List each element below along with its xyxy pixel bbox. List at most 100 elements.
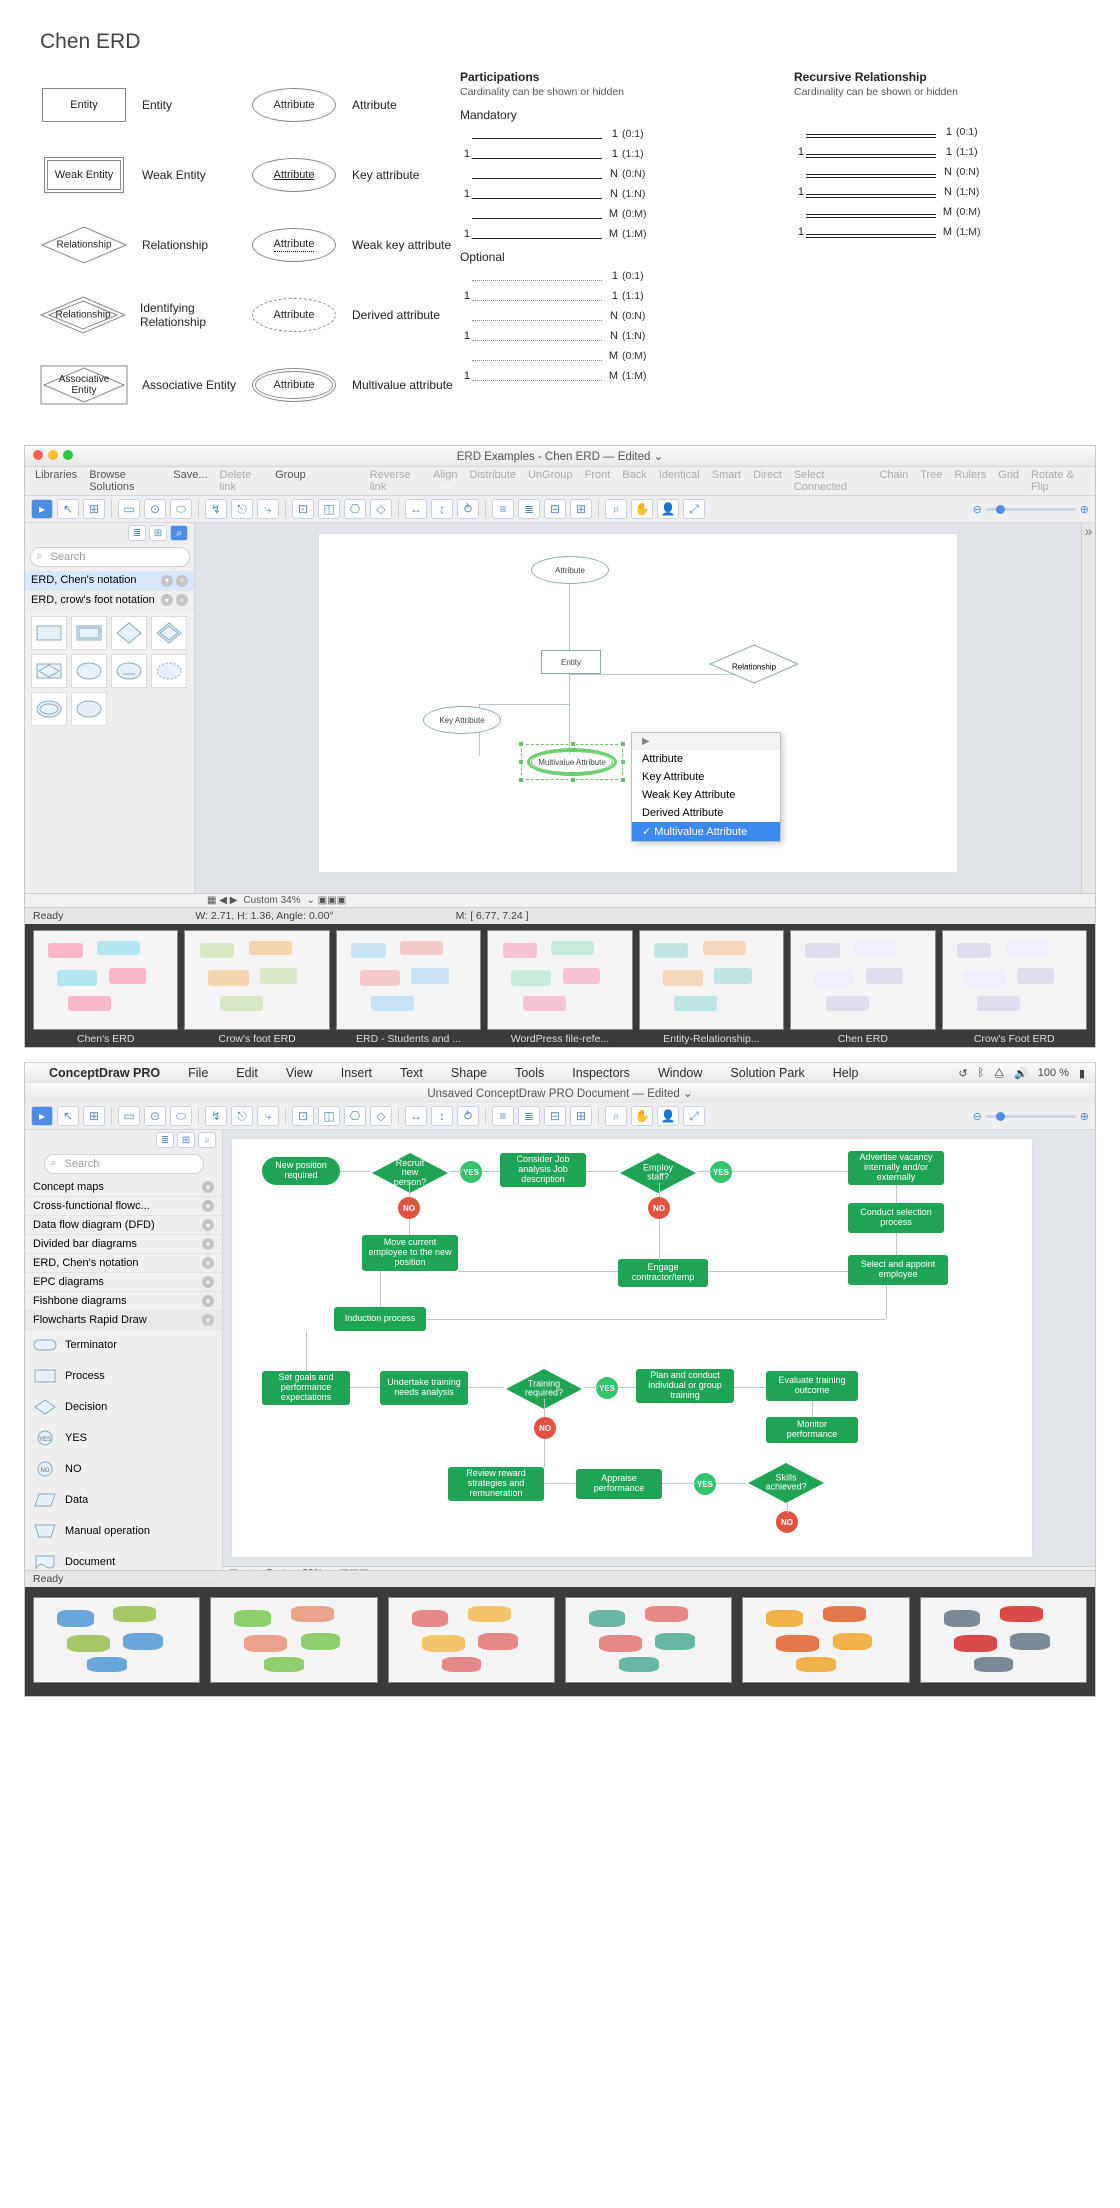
flow-node[interactable]: Engage contractor/temp bbox=[618, 1259, 708, 1287]
shape-list-item[interactable]: Process bbox=[25, 1361, 222, 1392]
toolbar-button[interactable]: ⊞ bbox=[83, 499, 105, 519]
toolbar-button[interactable]: ◇ bbox=[370, 499, 392, 519]
flow-yes-icon[interactable]: YES bbox=[694, 1473, 716, 1495]
gallery-item[interactable] bbox=[210, 1597, 377, 1686]
toolbar-button[interactable]: ⎔ bbox=[344, 499, 366, 519]
toolbar-button[interactable]: ⎔ bbox=[344, 1106, 366, 1126]
palette-shape[interactable] bbox=[151, 616, 187, 650]
gallery-item[interactable] bbox=[388, 1597, 555, 1686]
toolbar-button[interactable]: ▭ bbox=[118, 1106, 140, 1126]
flow-node[interactable]: Monitor performance bbox=[766, 1417, 858, 1443]
template-gallery[interactable]: Chen's ERD Crow's foot ERD ERD - Student… bbox=[25, 924, 1095, 1047]
menu-item[interactable]: Reverse link bbox=[370, 469, 421, 493]
menu-item[interactable]: Libraries bbox=[35, 469, 77, 493]
toolbar-button[interactable]: ⤢ bbox=[683, 499, 705, 519]
node-key-attribute[interactable]: Key Attribute bbox=[423, 706, 501, 734]
toolbar-button[interactable]: ▸ bbox=[31, 499, 53, 519]
template-gallery[interactable] bbox=[25, 1587, 1095, 1696]
flow-node[interactable]: Appraise performance bbox=[576, 1469, 662, 1499]
palette-shape[interactable] bbox=[71, 616, 107, 650]
flow-node[interactable]: Conduct selection process bbox=[848, 1203, 944, 1233]
palette-shape[interactable] bbox=[151, 654, 187, 688]
bluetooth-icon[interactable]: ᛒ bbox=[978, 1067, 985, 1079]
menu-item[interactable]: Align bbox=[433, 469, 457, 493]
toolbar-button[interactable]: ⤷ bbox=[257, 499, 279, 519]
library-item[interactable]: EPC diagrams▾ bbox=[25, 1273, 222, 1292]
ctx-item[interactable]: Weak Key Attribute bbox=[632, 786, 780, 804]
search-mode-icon[interactable]: ⌕ bbox=[198, 1132, 216, 1148]
gallery-item[interactable]: Entity-Relationship... bbox=[639, 930, 784, 1045]
grid-view-icon[interactable]: ⊞ bbox=[149, 525, 167, 541]
toolbar[interactable]: ▸↖⊞▭⊙⬭↯⎋⤷⊡◫⎔◇↔↕⥁≡≣⊟⊞⌕✋👤⤢⊖⊕ bbox=[25, 1103, 1095, 1130]
toolbar-button[interactable]: ↯ bbox=[205, 1106, 227, 1126]
gallery-thumb[interactable] bbox=[184, 930, 329, 1030]
window-titlebar[interactable]: Unsaved ConceptDraw PRO Document — Edite… bbox=[25, 1083, 1095, 1103]
toolbar-button[interactable]: ◫ bbox=[318, 499, 340, 519]
zoom-slider[interactable] bbox=[986, 1115, 1076, 1118]
library-item[interactable]: Concept maps▾ bbox=[25, 1178, 222, 1197]
list-view-icon[interactable]: ≣ bbox=[156, 1132, 174, 1148]
flow-decision[interactable]: Recruit new person? bbox=[370, 1151, 450, 1195]
gallery-item[interactable] bbox=[33, 1597, 200, 1686]
toolbar-button[interactable]: ⊙ bbox=[144, 499, 166, 519]
toolbar-button[interactable]: ⊡ bbox=[292, 1106, 314, 1126]
wifi-icon[interactable]: ⧋ bbox=[994, 1067, 1004, 1080]
toolbar-button[interactable]: ↖ bbox=[57, 1106, 79, 1126]
window-titlebar[interactable]: ERD Examples - Chen ERD — Edited ⌄ bbox=[25, 446, 1095, 466]
volume-icon[interactable]: 🔊 bbox=[1014, 1067, 1028, 1080]
node-entity[interactable]: Entity bbox=[541, 650, 601, 674]
mac-menu-item[interactable]: Insert bbox=[341, 1066, 372, 1080]
mac-menu-item[interactable]: Tools bbox=[515, 1066, 544, 1080]
menu-item[interactable]: Smart bbox=[712, 469, 741, 493]
ctx-item[interactable]: Derived Attribute bbox=[632, 804, 780, 822]
mac-menu-item[interactable]: Edit bbox=[236, 1066, 258, 1080]
flow-decision[interactable]: Employ staff? bbox=[618, 1151, 698, 1195]
menu-item[interactable]: Direct bbox=[753, 469, 782, 493]
zoom-level[interactable]: Custom 34% bbox=[243, 895, 300, 906]
library-item[interactable]: Cross-functional flowc...▾ bbox=[25, 1197, 222, 1216]
toolbar-button[interactable]: ⎋ bbox=[231, 1106, 253, 1126]
gallery-item[interactable]: Chen's ERD bbox=[33, 930, 178, 1045]
toolbar-button[interactable]: ⊞ bbox=[570, 499, 592, 519]
canvas-area[interactable]: Attribute Entity Key Attribute Relations… bbox=[195, 523, 1081, 893]
mac-menu-item[interactable]: Solution Park bbox=[730, 1066, 804, 1080]
flow-node[interactable]: Plan and conduct individual or group tra… bbox=[636, 1369, 734, 1403]
toolbar-button[interactable]: 👤 bbox=[657, 1106, 679, 1126]
drawing-canvas[interactable]: New position required Recruit new person?… bbox=[231, 1138, 1033, 1558]
mac-menu-item[interactable]: View bbox=[286, 1066, 313, 1080]
toolbar-button[interactable]: ≡ bbox=[492, 1106, 514, 1126]
shape-list[interactable]: TerminatorProcessDecisionYESYESNONODataM… bbox=[25, 1330, 222, 1578]
gallery-thumb[interactable] bbox=[920, 1597, 1087, 1683]
search-input[interactable]: Search bbox=[44, 1154, 204, 1174]
mac-menu-item[interactable]: File bbox=[188, 1066, 208, 1080]
list-view-icon[interactable]: ≣ bbox=[128, 525, 146, 541]
library-item[interactable]: ERD, Chen's notation▾ bbox=[25, 1254, 222, 1273]
ctx-item[interactable]: Attribute bbox=[632, 750, 780, 768]
library-item[interactable]: Data flow diagram (DFD)▾ bbox=[25, 1216, 222, 1235]
menu-item[interactable]: UnGroup bbox=[528, 469, 573, 493]
shape-list-item[interactable]: YESYES bbox=[25, 1423, 222, 1454]
close-icon[interactable] bbox=[33, 450, 43, 460]
ctx-item-selected[interactable]: ✓ Multivalue Attribute bbox=[632, 822, 780, 841]
toolbar-button[interactable]: ↕ bbox=[431, 1106, 453, 1126]
flow-node[interactable]: Advertise vacancy internally and/or exte… bbox=[848, 1151, 944, 1185]
toolbar-button[interactable]: ≣ bbox=[518, 1106, 540, 1126]
flow-yes-icon[interactable]: YES bbox=[710, 1161, 732, 1183]
library-item[interactable]: Divided bar diagrams▾ bbox=[25, 1235, 222, 1254]
zoom-slider[interactable] bbox=[986, 508, 1076, 511]
menu-item[interactable]: Rotate & Flip bbox=[1031, 469, 1085, 493]
zoom-out-icon[interactable]: ⊖ bbox=[973, 1110, 982, 1123]
flow-node[interactable]: Move current employee to the new positio… bbox=[362, 1235, 458, 1271]
palette-shape[interactable] bbox=[111, 616, 147, 650]
toolbar-button[interactable]: ⊞ bbox=[83, 1106, 105, 1126]
flow-node[interactable]: Evaluate training outcome bbox=[766, 1371, 858, 1401]
shape-palette[interactable] bbox=[25, 610, 194, 732]
flow-yes-icon[interactable]: YES bbox=[596, 1377, 618, 1399]
node-relationship[interactable]: Relationship bbox=[709, 644, 799, 689]
toolbar-button[interactable]: ◇ bbox=[370, 1106, 392, 1126]
flow-node[interactable]: New position required bbox=[262, 1157, 340, 1185]
mac-menu-item[interactable]: ConceptDraw PRO bbox=[49, 1066, 160, 1080]
minimize-icon[interactable] bbox=[48, 450, 58, 460]
gallery-thumb[interactable] bbox=[388, 1597, 555, 1683]
flow-no-icon[interactable]: NO bbox=[776, 1511, 798, 1533]
